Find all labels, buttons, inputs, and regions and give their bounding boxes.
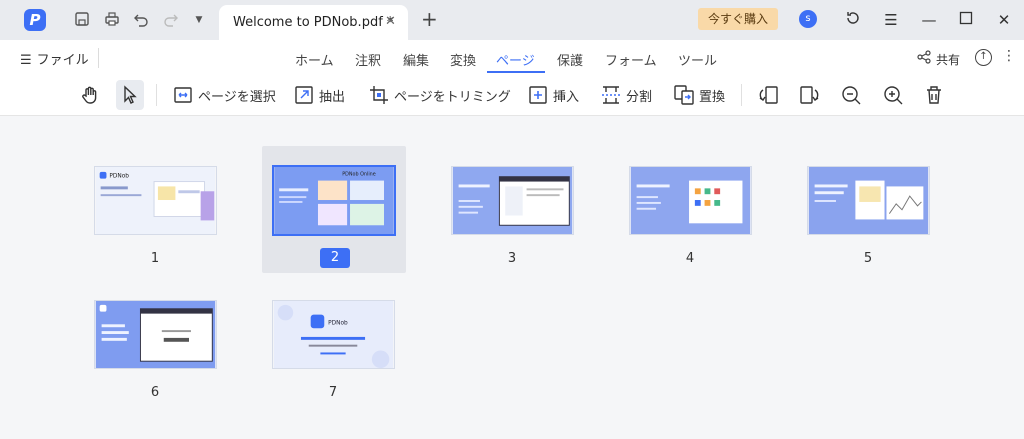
rotate-left-icon bbox=[759, 86, 778, 104]
insert-button[interactable]: 挿入 bbox=[527, 83, 579, 107]
page-7-preview-icon: PDNob bbox=[273, 301, 394, 368]
page-2-title: PDNob Online bbox=[342, 172, 375, 178]
page-4-preview-icon bbox=[630, 167, 751, 234]
extract-icon bbox=[295, 86, 313, 104]
page-7-title: PDNob bbox=[328, 320, 348, 326]
extract-button[interactable]: 抽出 bbox=[293, 83, 345, 107]
select-tool[interactable] bbox=[119, 83, 141, 107]
document-tab[interactable]: Welcome to PDNob.pdf * ✕ bbox=[219, 5, 408, 40]
menu-convert[interactable]: 変換 bbox=[450, 50, 476, 69]
replace-icon bbox=[674, 85, 694, 105]
page-1-preview-icon: PDNob bbox=[95, 167, 216, 234]
undo-icon[interactable] bbox=[132, 11, 150, 29]
page-number-7: 7 bbox=[328, 385, 338, 400]
extract-label: 抽出 bbox=[319, 89, 346, 105]
rotate-right-button[interactable] bbox=[798, 83, 820, 107]
toolbar-divider bbox=[156, 84, 157, 106]
menu-divider bbox=[98, 48, 99, 68]
page-5-preview-icon bbox=[808, 167, 929, 234]
maximize-icon[interactable] bbox=[956, 10, 976, 30]
zoom-in-icon bbox=[884, 86, 903, 105]
menu-form[interactable]: フォーム bbox=[605, 50, 657, 69]
zoom-in-button[interactable] bbox=[882, 83, 904, 107]
new-tab-icon[interactable]: + bbox=[421, 9, 438, 29]
page-number-1: 1 bbox=[150, 251, 160, 266]
menu-home[interactable]: ホーム bbox=[295, 50, 334, 69]
menu-tools[interactable]: ツール bbox=[678, 50, 717, 69]
rotate-right-icon bbox=[800, 86, 819, 104]
page-thumbnail-1[interactable]: PDNob bbox=[94, 166, 217, 235]
replace-button[interactable]: 置換 bbox=[673, 83, 725, 107]
zoom-out-button[interactable] bbox=[840, 83, 862, 107]
menu-icon[interactable]: ☰ bbox=[881, 10, 901, 30]
split-button[interactable]: 分割 bbox=[600, 83, 652, 107]
menu-page[interactable]: ページ bbox=[496, 50, 535, 69]
insert-icon bbox=[529, 86, 547, 104]
share-icon[interactable] bbox=[917, 50, 931, 68]
page-2-preview-icon: PDNob Online bbox=[274, 167, 394, 234]
hand-tool[interactable] bbox=[79, 83, 101, 107]
page-thumbnail-7[interactable]: PDNob bbox=[272, 300, 395, 369]
app-logo-icon: P bbox=[24, 9, 46, 31]
menu-annotate[interactable]: 注釈 bbox=[355, 50, 381, 69]
split-label: 分割 bbox=[626, 89, 653, 105]
redo-icon[interactable] bbox=[162, 11, 180, 29]
document-tab-title: Welcome to PDNob.pdf * bbox=[233, 15, 394, 30]
more-icon[interactable]: ⋮ bbox=[1002, 48, 1016, 64]
page-number-3: 3 bbox=[507, 251, 517, 266]
cursor-icon bbox=[124, 85, 137, 104]
page-thumbnail-6[interactable] bbox=[94, 300, 217, 369]
quick-access-dropdown-icon[interactable]: ▼ bbox=[190, 11, 208, 29]
help-icon[interactable] bbox=[843, 10, 863, 30]
active-menu-indicator bbox=[487, 71, 545, 73]
page-thumbnail-3[interactable] bbox=[451, 166, 574, 235]
insert-label: 挿入 bbox=[553, 89, 580, 105]
page-3-preview-icon bbox=[452, 167, 573, 234]
menu-bar: ☰ ファイル ホーム 注釈 編集 変換 ページ 保護 フォーム ツール 共有 ↑ … bbox=[0, 40, 1024, 74]
cloud-upload-icon[interactable]: ↑ bbox=[975, 49, 992, 66]
toolbar-divider bbox=[741, 84, 742, 106]
page-thumbnail-5[interactable] bbox=[807, 166, 930, 235]
buy-now-button[interactable]: 今すぐ購入 bbox=[698, 8, 778, 30]
select-page-label: ページを選択 bbox=[198, 89, 276, 105]
rotate-left-button[interactable] bbox=[758, 83, 780, 107]
save-icon[interactable] bbox=[73, 11, 91, 29]
crop-page-button[interactable]: ページをトリミング bbox=[368, 83, 511, 107]
avatar[interactable]: s bbox=[799, 10, 817, 28]
close-tab-icon[interactable]: ✕ bbox=[385, 14, 396, 29]
page-1-title: PDNob bbox=[109, 174, 129, 180]
page-number-2: 2 bbox=[320, 248, 350, 268]
file-menu-label: ファイル bbox=[36, 53, 89, 68]
share-button[interactable]: 共有 bbox=[936, 51, 960, 68]
delete-page-button[interactable] bbox=[923, 83, 945, 107]
trash-icon bbox=[927, 86, 941, 104]
minimize-icon[interactable]: — bbox=[919, 10, 939, 30]
close-window-icon[interactable]: ✕ bbox=[994, 10, 1014, 30]
print-icon[interactable] bbox=[103, 11, 121, 29]
file-menu[interactable]: ☰ ファイル bbox=[20, 49, 89, 68]
menu-protect[interactable]: 保護 bbox=[557, 50, 583, 69]
menu-edit[interactable]: 編集 bbox=[403, 50, 429, 69]
crop-label: ページをトリミング bbox=[394, 89, 511, 105]
replace-label: 置換 bbox=[699, 89, 726, 105]
hand-icon bbox=[82, 86, 97, 104]
select-page-icon bbox=[174, 87, 192, 103]
hamburger-icon: ☰ bbox=[20, 53, 32, 68]
page-number-5: 5 bbox=[863, 251, 873, 266]
page-6-preview-icon bbox=[95, 301, 216, 368]
title-bar: P ▼ Welcome to PDNob.pdf * ✕ + 今すぐ購入 s ☰… bbox=[0, 0, 1024, 40]
split-icon bbox=[602, 86, 620, 104]
page-thumbnail-4[interactable] bbox=[629, 166, 752, 235]
zoom-out-icon bbox=[842, 86, 861, 105]
page-number-6: 6 bbox=[150, 385, 160, 400]
crop-icon bbox=[370, 86, 388, 104]
page-thumbnail-2[interactable]: PDNob Online bbox=[272, 165, 396, 236]
select-page-button[interactable]: ページを選択 bbox=[172, 83, 276, 107]
page-toolbar: ページを選択 抽出 ページをトリミング 挿入 分割 置換 bbox=[0, 74, 1024, 116]
page-number-4: 4 bbox=[685, 251, 695, 266]
